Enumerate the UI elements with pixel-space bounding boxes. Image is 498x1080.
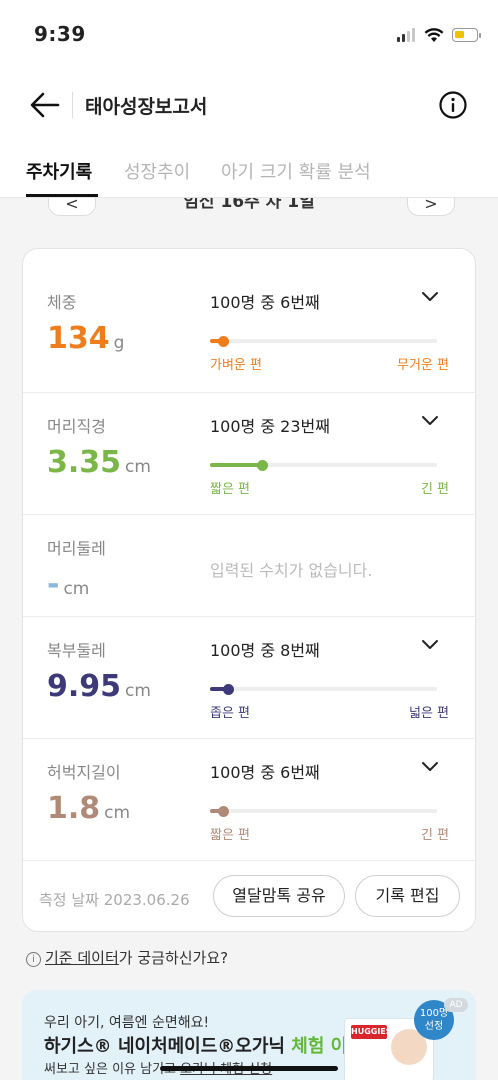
active-tab-indicator	[26, 194, 98, 197]
huggies-logo: HUGGIES	[351, 1025, 392, 1039]
percentile-track	[210, 459, 437, 471]
battery-icon	[452, 28, 481, 42]
percentile-track	[210, 335, 437, 347]
scale-high-label: 긴 편	[420, 828, 449, 843]
measurement-value: 134 g	[47, 321, 124, 356]
value-number: 3.35	[47, 445, 122, 480]
value-number: -	[47, 567, 60, 602]
empty-value-message: 입력된 수치가 없습니다.	[210, 561, 373, 580]
scale-low-label: 짧은 편	[210, 482, 251, 497]
cellular-signal-icon	[397, 28, 417, 42]
measurement-row-abdominal-circumference[interactable]: 복부둘레 9.95 cm 100명 중 8번째 좁은 편 넓은 편	[23, 617, 475, 739]
measurement-date: 측정 날짜 2023.06.26	[39, 891, 190, 909]
status-time: 9:39	[34, 22, 86, 46]
scale-low-label: 짧은 편	[210, 828, 251, 843]
percentile-marker	[218, 335, 230, 347]
measurement-value: - cm	[47, 567, 89, 602]
measurement-card: 체중 134 g 100명 중 6번째 가벼운 편 무거운 편 머리직경 3.35…	[22, 248, 476, 932]
measurement-label: 체중	[47, 293, 77, 312]
value-number: 9.95	[47, 669, 122, 704]
reference-data-question: i 기준 데이터가 궁금하신가요?	[26, 947, 228, 968]
scale-high-label: 긴 편	[420, 482, 449, 497]
measurement-row-weight[interactable]: 체중 134 g 100명 중 6번째 가벼운 편 무거운 편	[23, 249, 475, 393]
reference-data-link[interactable]: 기준 데이터	[45, 949, 119, 967]
next-week-button[interactable]: >	[407, 198, 455, 216]
page-title: 태아성장보고서	[85, 96, 208, 118]
rank-text: 100명 중 8번째	[210, 641, 320, 660]
measurement-label: 머리둘레	[47, 539, 106, 558]
header-divider	[72, 92, 73, 118]
tab-size-probability[interactable]: 아기 크기 확률 분석	[221, 158, 371, 184]
scale-low-label: 가벼운 편	[210, 358, 262, 373]
question-text: 가 궁금하신가요?	[118, 949, 229, 967]
home-indicator	[160, 1066, 338, 1071]
tab-growth-trend[interactable]: 성장추이	[124, 158, 190, 184]
edit-record-button[interactable]: 기록 편집	[355, 875, 460, 917]
scale-low-label: 좁은 편	[210, 706, 251, 721]
measurement-label: 머리직경	[47, 417, 106, 436]
value-unit: cm	[104, 803, 131, 823]
info-icon: i	[26, 952, 41, 967]
value-unit: cm	[125, 681, 151, 701]
chevron-down-icon[interactable]	[421, 639, 439, 651]
ad-headline: 하기스® 네이처메이드®오가닉 체험 이벤트	[44, 1032, 380, 1058]
rank-text: 100명 중 23번째	[210, 417, 330, 436]
percentile-marker	[218, 805, 230, 817]
measurement-value: 9.95 cm	[47, 669, 151, 704]
card-footer: 측정 날짜 2023.06.26 열달맘톡 공유 기록 편집	[23, 861, 475, 933]
ad-tagline: 우리 아기, 여름엔 순면해요!	[44, 1015, 210, 1031]
measurement-label: 허벅지길이	[47, 763, 121, 782]
measurement-label: 복부둘레	[47, 641, 106, 660]
measurement-row-head-diameter[interactable]: 머리직경 3.35 cm 100명 중 23번째 짧은 편 긴 편	[23, 393, 475, 515]
tab-weekly-record[interactable]: 주차기록	[26, 158, 92, 184]
value-number: 134	[47, 321, 110, 356]
week-navigation: < 임신 16주 차 1일 >	[0, 198, 498, 220]
chevron-down-icon[interactable]	[421, 415, 439, 427]
value-unit: g	[113, 333, 125, 353]
percentile-track	[210, 805, 437, 817]
scale-high-label: 무거운 편	[397, 358, 449, 373]
percentile-marker	[222, 683, 234, 695]
value-number: 1.8	[47, 791, 101, 826]
value-unit: cm	[63, 579, 90, 599]
app-header: 태아성장보고서	[0, 72, 498, 138]
chevron-down-icon[interactable]	[421, 291, 439, 303]
back-arrow-icon[interactable]	[28, 88, 62, 122]
percentile-track	[210, 683, 437, 695]
info-icon[interactable]	[438, 90, 468, 120]
chevron-down-icon[interactable]	[421, 761, 439, 773]
value-unit: cm	[125, 457, 151, 477]
ad-mark: AD	[444, 998, 468, 1012]
percentile-fill	[210, 463, 263, 467]
rank-text: 100명 중 6번째	[210, 293, 320, 312]
percentile-marker	[256, 459, 268, 471]
measurement-value: 1.8 cm	[47, 791, 130, 826]
status-bar: 9:39	[0, 0, 498, 72]
measurement-row-thigh-length[interactable]: 허벅지길이 1.8 cm 100명 중 6번째 짧은 편 긴 편	[23, 739, 475, 861]
scale-high-label: 넓은 편	[408, 706, 449, 721]
ad-headline-prefix: 하기스® 네이처메이드®오가닉	[44, 1036, 292, 1057]
tab-bar: 주차기록 성장추이 아기 크기 확률 분석	[0, 138, 498, 198]
measurement-value: 3.35 cm	[47, 445, 151, 480]
rank-text: 100명 중 6번째	[210, 763, 320, 782]
share-button[interactable]: 열달맘톡 공유	[213, 875, 345, 917]
measurement-row-head-circumference: 머리둘레 - cm 입력된 수치가 없습니다.	[23, 515, 475, 617]
wifi-icon	[424, 28, 444, 42]
